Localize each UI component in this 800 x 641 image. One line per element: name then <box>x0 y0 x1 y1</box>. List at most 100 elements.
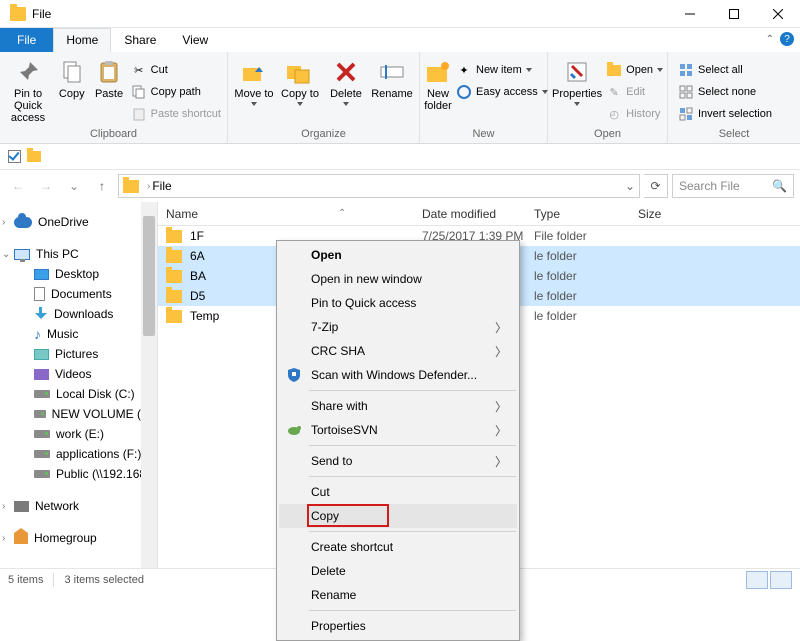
ctx-open[interactable]: Open <box>279 243 517 267</box>
ctx-share-with[interactable]: Share with〉 <box>279 394 517 418</box>
recent-locations-button[interactable]: ⌄ <box>62 174 86 198</box>
sidebar-item-downloads[interactable]: Downloads <box>0 304 157 324</box>
delete-button[interactable]: Delete <box>324 58 368 106</box>
file-type: le folder <box>534 249 638 263</box>
back-button[interactable]: ← <box>6 174 30 198</box>
sidebar-item-applications[interactable]: applications (F:) <box>0 444 157 464</box>
easy-access-icon <box>456 84 472 100</box>
ctx-delete[interactable]: Delete <box>279 559 517 583</box>
sidebar-item-videos[interactable]: Videos <box>0 364 157 384</box>
new-folder-button[interactable]: New folder <box>424 58 452 112</box>
ctx-send-to[interactable]: Send to〉 <box>279 449 517 473</box>
new-item-button[interactable]: ✦New item <box>454 60 550 80</box>
drive-icon <box>34 430 50 438</box>
status-separator <box>53 573 54 587</box>
sidebar-item-network[interactable]: ›Network <box>0 496 157 516</box>
ctx-7zip[interactable]: 7-Zip〉 <box>279 315 517 339</box>
sidebar-item-homegroup[interactable]: ›Homegroup <box>0 528 157 548</box>
pin-to-quick-access-button[interactable]: Pin to Quick access <box>4 58 52 124</box>
paste-shortcut-button[interactable]: Paste shortcut <box>129 104 223 124</box>
sidebar-item-thispc[interactable]: ⌄This PC <box>0 244 157 264</box>
copy-path-button[interactable]: Copy path <box>129 82 223 102</box>
thispc-icon <box>14 249 30 260</box>
tab-view[interactable]: View <box>169 28 221 52</box>
tab-file[interactable]: File <box>0 28 53 52</box>
sidebar-item-onedrive[interactable]: ›OneDrive <box>0 212 157 232</box>
drive-icon <box>34 410 46 418</box>
paste-button[interactable]: Paste <box>91 58 126 100</box>
sidebar-scrollbar[interactable] <box>141 202 157 568</box>
group-organize: Move to Copy to Delete Rename Organize <box>228 52 420 143</box>
collapse-ribbon-icon[interactable]: ⌃ <box>766 34 774 45</box>
move-to-button[interactable]: Move to <box>232 58 276 106</box>
ctx-pin-quick-access[interactable]: Pin to Quick access <box>279 291 517 315</box>
history-button[interactable]: ◴History <box>604 104 665 124</box>
open-button[interactable]: Open <box>604 60 665 80</box>
file-type: le folder <box>534 309 638 323</box>
folder-icon <box>166 310 182 323</box>
invert-selection-button[interactable]: Invert selection <box>676 104 774 124</box>
column-size[interactable]: Size <box>630 207 690 221</box>
refresh-button[interactable]: ⟳ <box>644 174 668 198</box>
tab-share[interactable]: Share <box>111 28 169 52</box>
help-icon[interactable]: ? <box>780 32 794 46</box>
sidebar-item-pictures[interactable]: Pictures <box>0 344 157 364</box>
downloads-icon <box>34 307 48 321</box>
ctx-tortoisesvn[interactable]: TortoiseSVN〉 <box>279 418 517 442</box>
sidebar-item-documents[interactable]: Documents <box>0 284 157 304</box>
column-type[interactable]: Type <box>526 207 630 221</box>
search-input[interactable]: Search File 🔍 <box>672 174 794 198</box>
copy-button[interactable]: Copy <box>54 58 89 100</box>
ctx-create-shortcut[interactable]: Create shortcut <box>279 535 517 559</box>
sidebar-item-desktop[interactable]: Desktop <box>0 264 157 284</box>
ctx-defender[interactable]: Scan with Windows Defender... <box>279 363 517 387</box>
desktop-icon <box>34 269 49 280</box>
maximize-button[interactable] <box>712 0 756 28</box>
ctx-crc-sha[interactable]: CRC SHA〉 <box>279 339 517 363</box>
tab-home[interactable]: Home <box>53 28 111 52</box>
minimize-button[interactable] <box>668 0 712 28</box>
breadcrumb-segment[interactable]: File <box>152 179 171 193</box>
navigation-pane[interactable]: ›OneDrive ⌄This PC Desktop Documents Dow… <box>0 202 158 568</box>
close-button[interactable] <box>756 0 800 28</box>
view-details-button[interactable] <box>746 571 768 589</box>
column-name[interactable]: Name⌃ <box>158 207 414 221</box>
file-type: le folder <box>534 269 638 283</box>
title-bar: File <box>0 0 800 28</box>
ctx-rename[interactable]: Rename <box>279 583 517 607</box>
column-date[interactable]: Date modified <box>414 207 526 221</box>
open-icon <box>606 62 622 78</box>
address-dropdown-icon[interactable]: ⌄ <box>625 179 635 193</box>
ctx-properties[interactable]: Properties <box>279 614 517 638</box>
view-large-icons-button[interactable] <box>770 571 792 589</box>
edit-button[interactable]: ✎Edit <box>604 82 665 102</box>
properties-button[interactable]: Properties <box>552 58 602 106</box>
sidebar-item-public[interactable]: Public (\\192.168 <box>0 464 157 484</box>
address-bar[interactable]: › File ⌄ <box>118 174 640 198</box>
sidebar-item-work[interactable]: work (E:) <box>0 424 157 444</box>
sidebar-item-music[interactable]: ♪Music <box>0 324 157 344</box>
ctx-open-new-window[interactable]: Open in new window <box>279 267 517 291</box>
select-all-button[interactable]: Select all <box>676 60 774 80</box>
address-folder-icon <box>123 180 139 193</box>
ribbon-tabs: File Home Share View ⌃ ? <box>0 28 800 52</box>
copy-to-button[interactable]: Copy to <box>278 58 322 106</box>
up-button[interactable]: ↑ <box>90 174 114 198</box>
sidebar-item-local-disk[interactable]: Local Disk (C:) <box>0 384 157 404</box>
new-item-icon: ✦ <box>456 62 472 78</box>
easy-access-button[interactable]: Easy access <box>454 82 550 102</box>
ctx-cut[interactable]: Cut <box>279 480 517 504</box>
cut-button[interactable]: ✂Cut <box>129 60 223 80</box>
group-label-open: Open <box>552 128 663 142</box>
select-none-button[interactable]: Select none <box>676 82 774 102</box>
ctx-copy[interactable]: Copy <box>279 504 517 528</box>
documents-icon <box>34 287 45 301</box>
submenu-arrow-icon: 〉 <box>495 398 507 415</box>
paste-icon <box>97 60 121 84</box>
show-all-checkbox[interactable] <box>8 150 21 163</box>
forward-button[interactable]: → <box>34 174 58 198</box>
defender-icon <box>285 366 303 384</box>
submenu-arrow-icon: 〉 <box>495 453 507 470</box>
rename-button[interactable]: Rename <box>370 58 414 100</box>
sidebar-item-new-volume[interactable]: NEW VOLUME (D:) <box>0 404 157 424</box>
